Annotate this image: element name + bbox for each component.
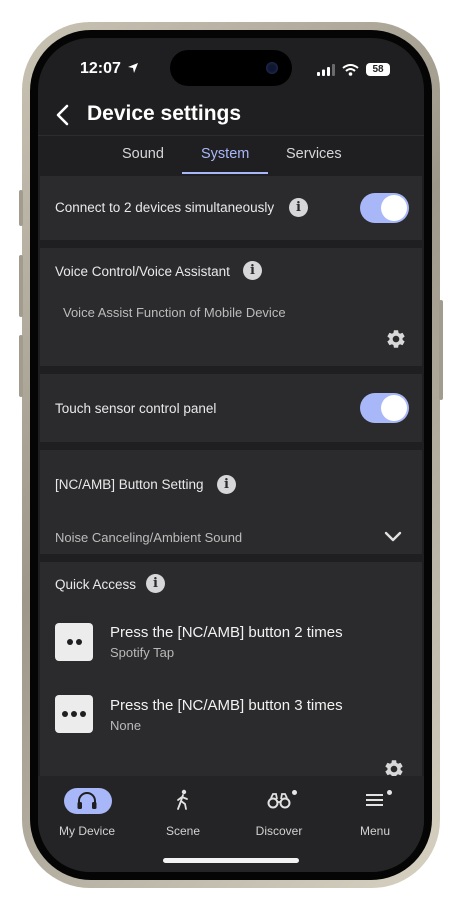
home-indicator[interactable] — [163, 858, 299, 863]
nav-label: Menu — [359, 824, 391, 838]
cellular-signal-icon — [317, 63, 335, 76]
tab-system[interactable]: System — [201, 146, 249, 162]
front-camera — [266, 62, 278, 74]
info-icon[interactable]: i — [217, 475, 236, 494]
active-tab-indicator — [182, 172, 268, 174]
quick-access-item-value: Spotify Tap — [110, 645, 175, 660]
two-dots-icon — [55, 623, 93, 661]
gear-icon[interactable] — [385, 328, 407, 350]
battery-indicator: 58 — [366, 63, 390, 76]
voice-control-card: Voice Control/Voice Assistant i Voice As… — [40, 248, 422, 366]
info-icon[interactable]: i — [243, 261, 262, 280]
nav-label: My Device — [58, 824, 115, 838]
nc-amb-button-card: [NC/AMB] Button Setting i Noise Cancelin… — [40, 450, 422, 554]
touch-sensor-toggle[interactable] — [360, 393, 409, 423]
info-icon[interactable]: i — [289, 198, 308, 217]
tab-services[interactable]: Services — [286, 146, 342, 162]
touch-sensor-label: Touch sensor control panel — [55, 401, 217, 416]
page-title: Device settings — [87, 102, 242, 125]
volume-down-button — [19, 335, 23, 397]
chevron-down-icon[interactable] — [384, 531, 402, 543]
three-dots-icon — [55, 695, 93, 733]
walking-person-icon — [177, 789, 188, 810]
wifi-icon — [342, 63, 359, 76]
notification-badge — [292, 790, 297, 795]
status-icons: 58 — [317, 63, 390, 76]
binoculars-icon — [267, 793, 291, 809]
tab-bar: Sound System Services — [38, 135, 424, 174]
connect-two-devices-card: Connect to 2 devices simultaneously i — [40, 176, 422, 240]
nav-scene[interactable]: Scene — [135, 784, 231, 838]
location-arrow-icon — [128, 63, 139, 73]
voice-control-label: Voice Control/Voice Assistant — [55, 264, 230, 279]
nav-menu[interactable]: Menu — [327, 784, 423, 838]
nc-amb-button-label: [NC/AMB] Button Setting — [55, 477, 204, 492]
action-button — [19, 190, 23, 226]
voice-control-value: Voice Assist Function of Mobile Device — [63, 305, 286, 320]
back-chevron-icon[interactable] — [48, 100, 78, 130]
notification-badge — [387, 790, 392, 795]
headphones-icon — [77, 792, 97, 809]
phone-screen: 12:07 58 Device settings Sound System Se… — [38, 38, 424, 872]
status-time: 12:07 — [80, 60, 139, 78]
nc-amb-value[interactable]: Noise Canceling/Ambient Sound — [55, 530, 242, 545]
connect-two-devices-label: Connect to 2 devices simultaneously — [55, 200, 275, 215]
menu-icon — [366, 794, 383, 806]
connect-two-devices-toggle[interactable] — [360, 193, 409, 223]
nav-my-device[interactable]: My Device — [39, 784, 135, 838]
quick-access-card: Quick Access i Press the [NC/AMB] button… — [40, 562, 422, 782]
touch-sensor-card: Touch sensor control panel — [40, 374, 422, 442]
volume-up-button — [19, 255, 23, 317]
quick-access-item-title: Press the [NC/AMB] button 2 times — [110, 624, 343, 641]
nav-label: Discover — [255, 824, 303, 838]
nav-discover[interactable]: Discover — [231, 784, 327, 838]
info-icon[interactable]: i — [146, 574, 165, 593]
quick-access-item-title: Press the [NC/AMB] button 3 times — [110, 697, 343, 714]
quick-access-item-value: None — [110, 718, 142, 733]
dynamic-island — [170, 50, 292, 86]
nav-label: Scene — [165, 824, 201, 838]
tab-sound[interactable]: Sound — [122, 146, 164, 162]
quick-access-label: Quick Access — [55, 577, 137, 592]
power-button — [439, 300, 443, 400]
